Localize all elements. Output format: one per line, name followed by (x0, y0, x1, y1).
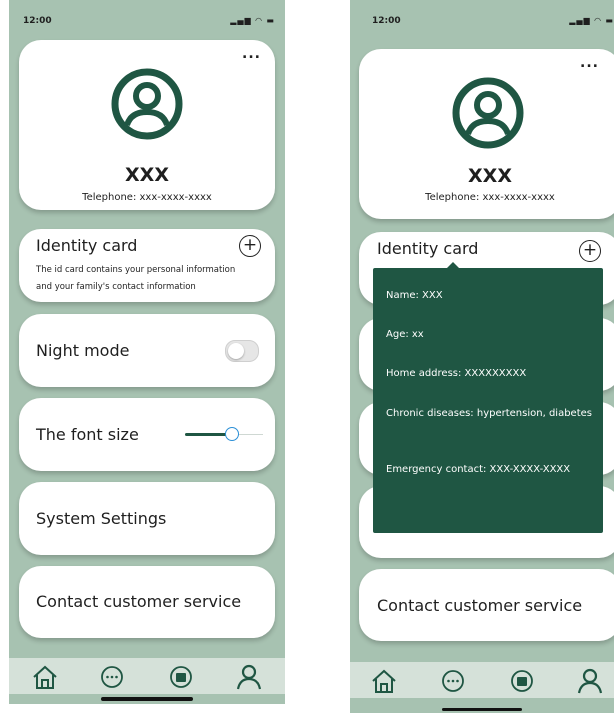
status-bar: 12:00 ▂▄▆ ◠ ▬ (350, 16, 614, 30)
cart-icon[interactable] (167, 664, 195, 690)
user-icon[interactable] (576, 668, 604, 694)
telephone-text: Telephone: xxx-xxxx-xxxx (425, 192, 555, 203)
status-time: 12:00 (23, 16, 52, 26)
tab-bar (9, 658, 285, 694)
home-indicator (442, 708, 522, 711)
tab-bar (350, 662, 614, 698)
plus-circle-icon[interactable]: + (239, 235, 261, 257)
home-icon[interactable] (370, 668, 398, 694)
status-icons: ▂▄▆ ◠ ▬ (230, 16, 275, 25)
font-size-label: The font size (36, 425, 139, 444)
customer-service-row[interactable]: Contact customer service (19, 566, 275, 638)
user-icon[interactable] (235, 664, 263, 690)
night-mode-row: Night mode (19, 314, 275, 387)
more-options-button[interactable]: ... (580, 55, 599, 71)
profile-card: ... XXX Telephone: xxx-xxxx-xxxx (359, 49, 614, 219)
identity-card-description: The id card contains your personal infor… (36, 265, 236, 292)
user-name: XXX (125, 164, 169, 186)
system-settings-label: System Settings (36, 509, 167, 528)
popover-address: Home address: XXXXXXXXX (386, 368, 527, 379)
chat-icon[interactable] (98, 664, 126, 690)
telephone-text: Telephone: xxx-xxxx-xxxx (82, 192, 212, 203)
home-indicator (101, 697, 193, 701)
status-bar: 12:00 ▂▄▆ ◠ ▬ (9, 16, 285, 30)
avatar (111, 68, 183, 140)
user-name: XXX (468, 165, 512, 187)
customer-service-row[interactable]: Contact customer service (359, 569, 614, 641)
identity-info-popover: Name: XXX Age: xx Home address: XXXXXXXX… (373, 262, 603, 533)
night-mode-label: Night mode (36, 341, 130, 360)
more-options-button[interactable]: ... (242, 46, 261, 62)
phone-screen-settings: 12:00 ▂▄▆ ◠ ▬ ... XXX Telephone: xxx-xxx… (9, 0, 285, 704)
customer-service-label: Contact customer service (36, 592, 242, 611)
system-settings-row[interactable]: System Settings (19, 482, 275, 555)
plus-circle-icon[interactable]: + (579, 240, 601, 262)
phone-screen-identity-popover: 12:00 ▂▄▆ ◠ ▬ ... XXX Telephone: xxx-xxx… (350, 0, 614, 713)
slider-thumb[interactable] (225, 427, 239, 441)
identity-card-title: Identity card (377, 239, 479, 258)
popover-name: Name: XXX (386, 290, 443, 301)
identity-card-title: Identity card (36, 236, 138, 255)
night-mode-toggle[interactable] (225, 340, 259, 362)
popover-caret (447, 262, 459, 268)
font-size-slider[interactable] (185, 426, 263, 442)
cart-icon[interactable] (508, 668, 536, 694)
popover-diseases: Chronic diseases: hypertension, diabetes (386, 408, 592, 419)
customer-service-label: Contact customer service (377, 596, 583, 615)
status-icons: ▂▄▆ ◠ ▬ (569, 16, 614, 25)
popover-age: Age: xx (386, 329, 424, 340)
profile-card: ... XXX Telephone: xxx-xxxx-xxxx (19, 40, 275, 210)
identity-card-row[interactable]: Identity card + The id card contains you… (19, 229, 275, 302)
chat-icon[interactable] (439, 668, 467, 694)
home-icon[interactable] (31, 664, 59, 690)
font-size-row: The font size (19, 398, 275, 471)
avatar (452, 77, 524, 149)
popover-emergency: Emergency contact: XXX-XXXX-XXXX (386, 464, 571, 475)
toggle-knob (228, 343, 244, 359)
status-time: 12:00 (372, 16, 401, 26)
